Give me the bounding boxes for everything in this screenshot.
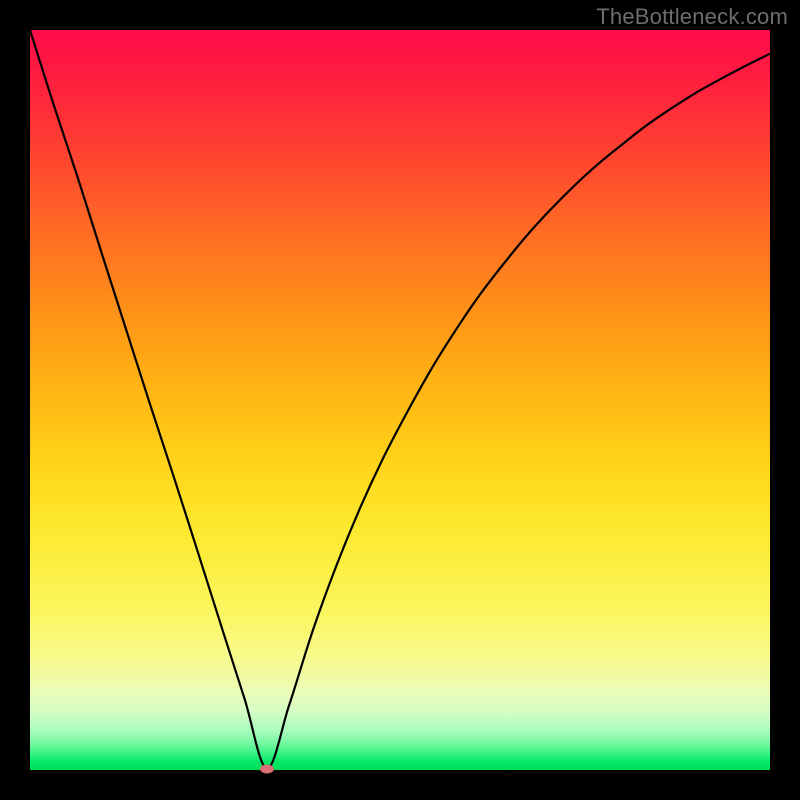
bottleneck-curve <box>30 30 770 770</box>
minimum-marker <box>260 764 274 773</box>
plot-area <box>30 30 770 770</box>
watermark-label: TheBottleneck.com <box>596 4 788 30</box>
chart-frame: TheBottleneck.com <box>0 0 800 800</box>
